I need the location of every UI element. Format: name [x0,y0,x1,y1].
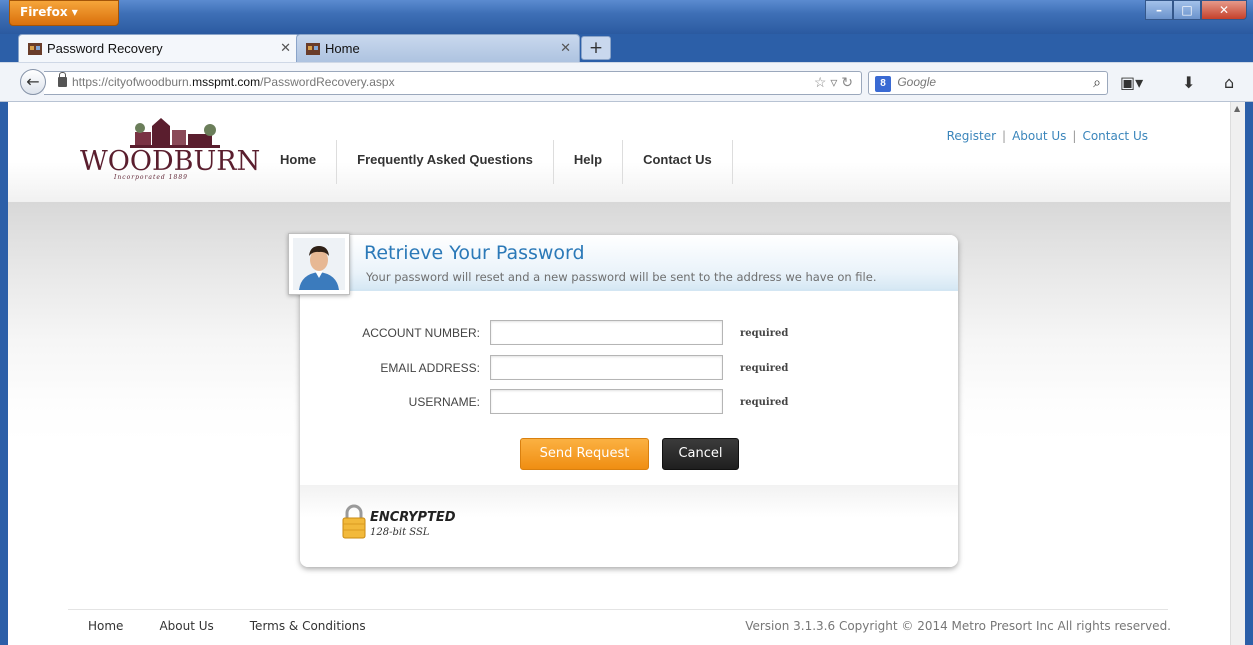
avatar [288,233,350,295]
nav-help[interactable]: Help [554,140,624,184]
account-number-label: ACCOUNT NUMBER: [362,326,480,340]
username-label: USERNAME: [408,395,480,409]
encrypted-label: ENCRYPTED [370,510,456,525]
contact-us-link[interactable]: Contact Us [1082,129,1148,143]
site-header: WOODBURN Incorporated 1889 Home Frequent… [8,102,1230,202]
nav-faq[interactable]: Frequently Asked Questions [337,140,554,184]
required-hint: required [740,328,789,339]
required-hint: required [740,397,789,408]
account-number-row: ACCOUNT NUMBER: required [300,320,958,346]
footer-home-link[interactable]: Home [88,619,123,633]
password-recovery-panel: Retrieve Your Password Your password wil… [288,233,958,567]
required-hint: required [740,363,789,374]
close-window-button[interactable]: ✕ [1201,0,1247,20]
divider: | [1072,129,1077,143]
firefox-menu-label: Firefox [20,5,68,19]
tab-label: Home [325,41,360,56]
url-path: /PasswordRecovery.aspx [260,75,395,89]
search-placeholder: Google [897,75,937,89]
logo-wordmark: WOODBURN [80,146,261,177]
divider: | [1002,129,1007,143]
navigation-toolbar: https://cityofwoodburn.msspmt.com/Passwo… [0,62,1253,102]
footer-divider [68,609,1168,610]
bookmarks-icon[interactable]: ▣▾ [1120,73,1143,92]
close-tab-icon[interactable]: ✕ [560,40,571,56]
bookmark-star-icon[interactable]: ☆ ▿ ↻ [814,74,853,91]
tab-strip: Password Recovery ✕ Home ✕ [0,34,1253,62]
panel-description: Your password will reset and a new passw… [366,270,877,284]
nav-contact-us[interactable]: Contact Us [623,140,733,184]
tab-home[interactable]: Home ✕ [296,34,580,62]
logo-subtitle: Incorporated 1889 [114,174,188,181]
user-avatar-icon [293,238,345,290]
lock-icon [58,72,67,87]
email-address-label: EMAIL ADDRESS: [380,361,480,375]
window-controls: – □ ✕ [1145,0,1247,20]
page-title: Retrieve Your Password [364,242,585,264]
register-link[interactable]: Register [947,129,996,143]
url-bar[interactable]: https://cityofwoodburn.msspmt.com/Passwo… [44,71,862,95]
cancel-button[interactable]: Cancel [662,438,739,470]
tab-password-recovery[interactable]: Password Recovery ✕ [18,34,300,62]
home-icon[interactable]: ⌂ [1224,73,1234,92]
main-nav: Home Frequently Asked Questions Help Con… [270,140,733,184]
search-engine-icon[interactable]: 8 [875,76,891,92]
vertical-scrollbar[interactable]: ▲ [1230,102,1245,645]
nav-home[interactable]: Home [270,140,338,184]
minimize-button[interactable]: – [1145,0,1173,20]
maximize-button[interactable]: □ [1173,0,1201,20]
account-number-input[interactable] [490,320,723,345]
tab-label: Password Recovery [47,41,163,56]
padlock-icon [342,504,366,539]
search-icon[interactable]: ⌕ [1093,74,1101,91]
url-domain: msspmt.com [192,75,261,89]
search-input[interactable]: 8 Google ⌕ [868,71,1108,95]
footer-links: Home About Us Terms & Conditions [88,619,366,633]
firefox-menu-button[interactable]: Firefox ▾ [9,0,119,26]
top-links: Register | About Us | Contact Us [947,129,1148,143]
username-row: USERNAME: required [300,389,958,415]
panel-footer: ENCRYPTED 128-bit SSL [300,485,958,567]
download-icon[interactable]: ⬇ [1182,73,1195,92]
scroll-up-icon[interactable]: ▲ [1234,104,1240,113]
site-favicon-icon [28,43,42,55]
about-us-link[interactable]: About Us [1012,129,1066,143]
footer-about-link[interactable]: About Us [159,619,213,633]
chevron-down-icon: ▾ [71,5,78,19]
back-button[interactable]: ← [20,69,46,95]
new-tab-button[interactable]: + [581,36,611,60]
page-viewport: WOODBURN Incorporated 1889 Home Frequent… [8,102,1245,645]
logo-buildings-icon [130,118,220,148]
url-prefix: https://cityofwoodburn. [72,75,193,89]
footer-terms-link[interactable]: Terms & Conditions [250,619,366,633]
woodburn-logo[interactable]: WOODBURN Incorporated 1889 [80,116,260,188]
email-address-row: EMAIL ADDRESS: required [300,355,958,381]
panel-header: Retrieve Your Password Your password wil… [288,233,958,295]
window-titlebar: Firefox ▾ – □ ✕ [0,0,1253,34]
email-field[interactable] [490,355,723,380]
ssl-label: 128-bit SSL [370,527,430,538]
site-favicon-icon [306,43,320,55]
send-request-button[interactable]: Send Request [520,438,649,470]
username-input[interactable] [490,389,723,414]
copyright-text: Version 3.1.3.6 Copyright © 2014 Metro P… [745,619,1171,633]
close-tab-icon[interactable]: ✕ [280,40,291,56]
